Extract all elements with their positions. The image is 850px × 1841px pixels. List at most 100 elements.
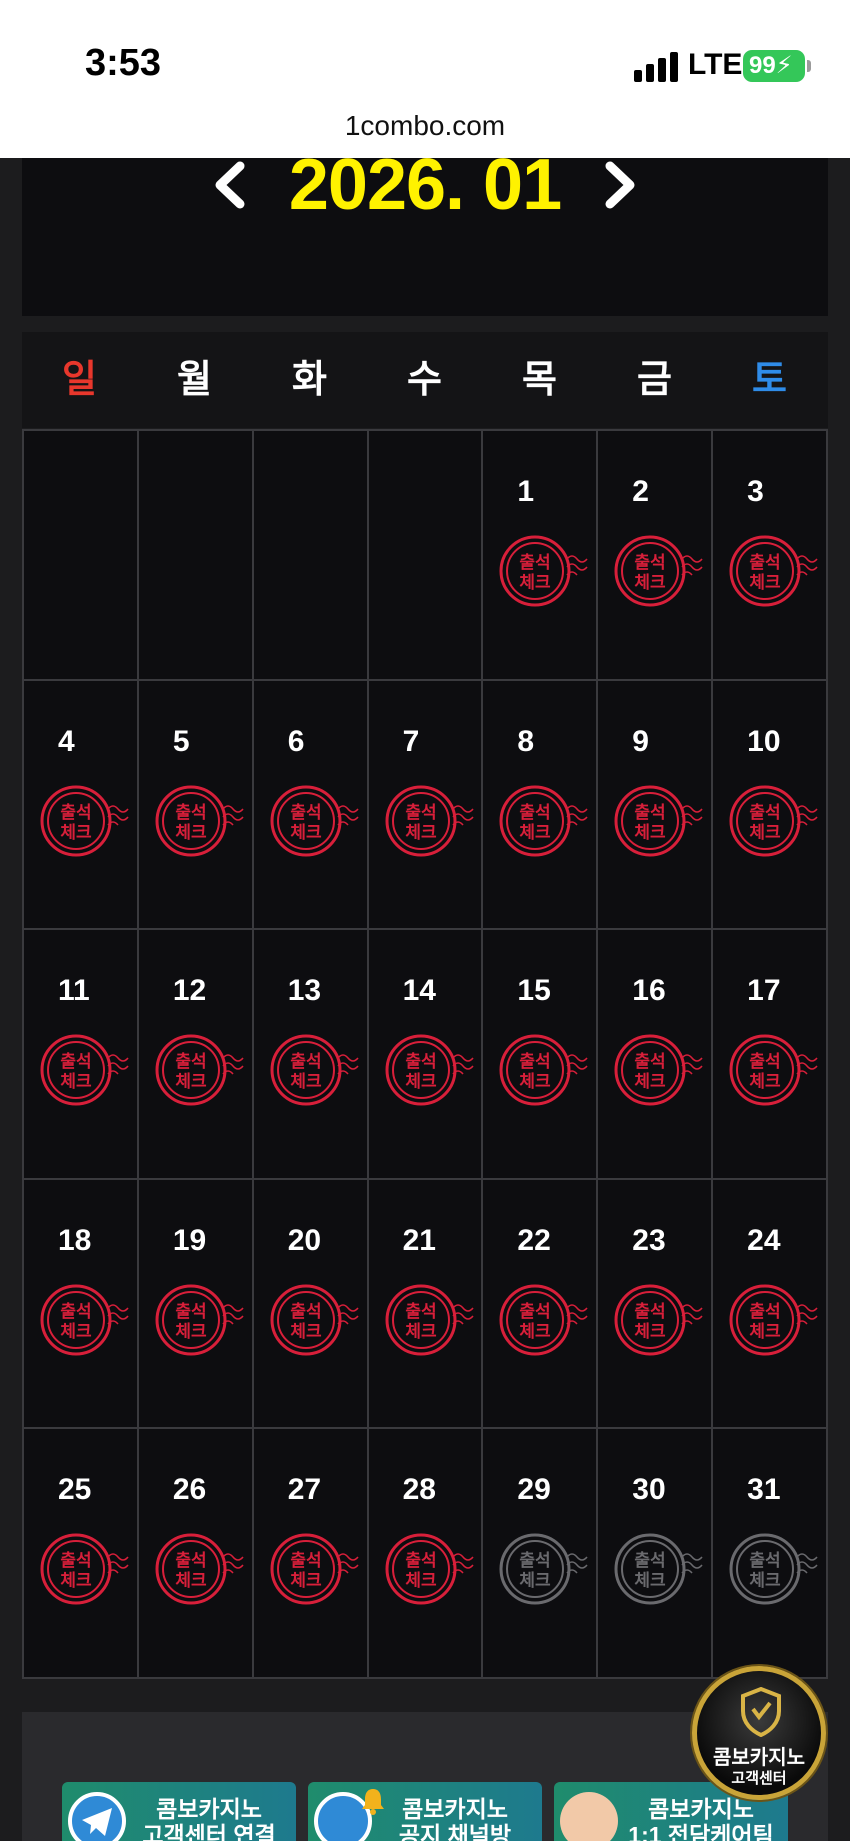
calendar-day-cell[interactable]: 21 출석 체크 — [368, 1179, 484, 1430]
calendar-day-cell[interactable]: 30 출석 체크 — [598, 1429, 714, 1679]
calendar-day-cell[interactable]: 19 출석 체크 — [138, 1179, 254, 1430]
stamp-text-bottom: 체크 — [635, 1072, 667, 1092]
calendar-day-cell[interactable]: 4 출석 체크 — [24, 680, 139, 931]
stamp-text-top: 출석 — [60, 1551, 91, 1571]
badge-title: 콤보카지노 — [713, 1747, 805, 1769]
attendance-stamp-icon: 출석 체크 — [147, 1268, 247, 1368]
calendar-day-cell[interactable]: 27 출석 체크 — [253, 1429, 369, 1679]
stamp-text-bottom: 체크 — [175, 823, 207, 843]
chevron-right-icon — [605, 161, 635, 209]
stamp-text-bottom: 체크 — [635, 823, 667, 843]
calendar-day-cell[interactable]: 25 출석 체크 — [24, 1429, 139, 1679]
day-number: 16 — [632, 974, 666, 1008]
stamp-text-bottom: 체크 — [60, 823, 92, 843]
stamp-text-bottom: 체크 — [750, 1571, 782, 1591]
stamp-text-top: 출석 — [520, 553, 551, 573]
stamp-text-bottom: 체크 — [60, 1072, 92, 1092]
stamp-text-bottom: 체크 — [750, 1322, 782, 1342]
network-type: LTE — [688, 48, 743, 81]
stamp-text-bottom: 체크 — [520, 1072, 552, 1092]
attendance-stamp-icon: 출석 체크 — [377, 1517, 477, 1617]
calendar-day-cell[interactable]: 12 출석 체크 — [138, 930, 254, 1180]
signal-icon — [634, 52, 680, 82]
next-month-button[interactable] — [600, 160, 640, 210]
calendar-day-cell[interactable]: 6 출석 체크 — [253, 680, 369, 931]
day-number: 21 — [402, 1223, 436, 1257]
day-number: 23 — [632, 1223, 666, 1257]
calendar-day-cell[interactable]: 17 출석 체크 — [713, 930, 828, 1180]
day-number: 27 — [287, 1473, 322, 1507]
stamp-text-top: 출석 — [60, 803, 91, 823]
calendar-day-cell[interactable]: 9 출석 체크 — [598, 680, 714, 931]
attendance-stamp-icon: 출석 체크 — [147, 769, 247, 869]
stamp-text-bottom: 체크 — [635, 573, 667, 593]
stamp-text-bottom: 체크 — [290, 1571, 322, 1591]
attendance-stamp-icon: 출석 체크 — [721, 769, 821, 869]
calendar-day-cell[interactable]: 15 출석 체크 — [483, 930, 599, 1180]
stamp-text-top: 출석 — [750, 553, 781, 573]
day-number: 31 — [747, 1473, 781, 1507]
day-number: 12 — [172, 974, 207, 1008]
calendar-day-cell[interactable]: 18 출석 체크 — [24, 1179, 139, 1430]
calendar-day-cell[interactable]: 7 출석 체크 — [368, 680, 484, 931]
stamp-text-bottom: 체크 — [520, 1571, 552, 1591]
day-number: 18 — [58, 1223, 92, 1257]
status-bar: 3:53 LTE 99⚡ 1combo.com — [0, 0, 850, 158]
calendar-day-cell[interactable]: 14 출석 체크 — [368, 930, 484, 1180]
calendar-day-cell[interactable]: 24 출석 체크 — [713, 1179, 828, 1430]
calendar-day-cell[interactable]: 28 출석 체크 — [368, 1429, 484, 1679]
weekday-sunday: 일 — [62, 359, 97, 401]
weekday-friday: 금 — [637, 359, 672, 401]
url-bar[interactable]: 1combo.com — [0, 110, 850, 142]
stamp-text-bottom: 체크 — [750, 1072, 782, 1092]
attendance-stamp-icon: 출석 체크 — [721, 1018, 821, 1118]
telegram-icon — [68, 1792, 126, 1841]
battery-level: 99 — [749, 52, 776, 79]
attendance-stamp-icon: 출석 체크 — [262, 1018, 362, 1118]
calendar-day-cell[interactable]: 1 출석 체크 — [483, 431, 599, 681]
stamp-text-top: 출석 — [405, 803, 436, 823]
avatar-icon — [560, 1792, 618, 1841]
calendar-day-cell[interactable]: 22 출석 체크 — [483, 1179, 599, 1430]
calendar-day-cell[interactable]: 23 출석 체크 — [598, 1179, 714, 1430]
customer-center-button[interactable]: 콤보카지노 고객센터 — [692, 1666, 826, 1800]
day-number: 17 — [747, 974, 781, 1008]
weekday-wednesday: 수 — [407, 359, 442, 401]
calendar-day-cell[interactable]: 29 출석 체크 — [483, 1429, 599, 1679]
calendar-day-cell[interactable]: 31 출석 체크 — [713, 1429, 828, 1679]
attendance-stamp-icon: 출석 체크 — [262, 769, 362, 869]
calendar-day-cell[interactable]: 10 출석 체크 — [713, 680, 828, 931]
calendar-day-cell[interactable]: 2 출석 체크 — [598, 431, 714, 681]
banner-customer-center[interactable]: 콤보카지노 고객센터 연결 — [62, 1782, 296, 1841]
stamp-text-top: 출석 — [60, 1052, 91, 1072]
calendar-empty-cell — [253, 431, 369, 681]
day-number: 11 — [58, 974, 90, 1008]
weekday-monday: 월 — [177, 359, 212, 401]
weekday-saturday: 토 — [752, 359, 787, 401]
calendar-day-cell[interactable]: 26 출석 체크 — [138, 1429, 254, 1679]
stamp-text-bottom: 체크 — [290, 823, 322, 843]
stamp-text-top: 출석 — [175, 803, 206, 823]
badge-subtitle: 고객센터 — [731, 1770, 787, 1787]
day-number: 9 — [632, 724, 649, 758]
stamp-text-bottom: 체크 — [405, 1322, 437, 1342]
calendar-day-cell[interactable]: 16 출석 체크 — [598, 930, 714, 1180]
day-number: 1 — [517, 475, 535, 508]
attendance-stamp-icon: 출석 체크 — [32, 1018, 132, 1118]
stamp-text-top: 출석 — [750, 1302, 781, 1322]
calendar-day-cell[interactable]: 3 출석 체크 — [713, 431, 828, 681]
attendance-stamp-icon: 출석 체크 — [491, 1268, 591, 1368]
attendance-stamp-icon: 출석 체크 — [32, 1268, 132, 1368]
stamp-text-top: 출석 — [175, 1052, 206, 1072]
calendar-day-cell[interactable]: 13 출석 체크 — [253, 930, 369, 1180]
calendar-day-cell[interactable]: 11 출석 체크 — [24, 930, 139, 1180]
calendar-day-cell[interactable]: 8 출석 체크 — [483, 680, 599, 931]
attendance-stamp-icon: 출석 체크 — [32, 769, 132, 869]
banner-subtitle: 고객센터 연결 — [142, 1822, 276, 1841]
stamp-text-bottom: 체크 — [405, 1571, 437, 1591]
calendar-day-cell[interactable]: 20 출석 체크 — [253, 1179, 369, 1430]
banner-notice-channel[interactable]: 콤보카지노 공지 채널방 — [308, 1782, 542, 1841]
attendance-stamp-icon: 출석 체크 — [147, 1018, 247, 1118]
calendar-day-cell[interactable]: 5 출석 체크 — [138, 680, 254, 931]
stamp-text-top: 출석 — [750, 803, 781, 823]
